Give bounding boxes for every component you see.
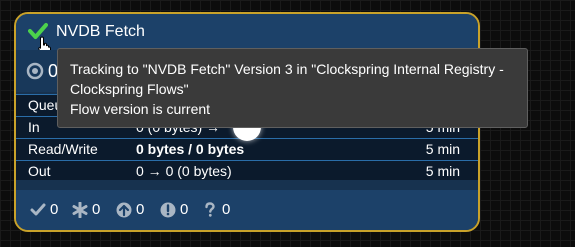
stat-row-read-write: Read/Write 0 bytes / 0 bytes 5 min bbox=[16, 138, 478, 160]
stat-time: 5 min bbox=[425, 141, 460, 157]
exclamation-circle-icon bbox=[160, 202, 176, 218]
stat-label: In bbox=[28, 119, 40, 135]
locally-modified-value: 0 bbox=[92, 201, 101, 218]
stale-value: 0 bbox=[136, 201, 145, 218]
asterisk-icon bbox=[72, 202, 88, 218]
stat-value: 0 bytes / 0 bytes bbox=[136, 139, 244, 160]
question-icon bbox=[205, 202, 215, 217]
version-tooltip: Tracking to "NVDB Fetch" Version 3 in "C… bbox=[57, 48, 528, 128]
process-group-name[interactable]: NVDB Fetch bbox=[56, 22, 145, 42]
modified-stale-value: 0 bbox=[180, 201, 189, 218]
stat-value-bold: 0 bytes / 0 bytes bbox=[136, 141, 245, 157]
sync-failure-value: 0 bbox=[222, 201, 231, 218]
tooltip-line: Clockspring Flows" bbox=[70, 81, 189, 97]
stat-time: 5 min bbox=[425, 163, 460, 179]
stat-value: 0 → 0 (0 bytes) bbox=[136, 163, 232, 179]
stat-label: Read/Write bbox=[28, 141, 98, 157]
tooltip-line: Tracking to "NVDB Fetch" Version 3 in "C… bbox=[70, 61, 504, 77]
check-icon bbox=[30, 203, 46, 216]
up-to-date-value: 0 bbox=[50, 201, 59, 218]
ring-icon bbox=[26, 62, 44, 80]
arrow-up-circle-icon bbox=[116, 202, 132, 218]
process-group-footer: 0 0 0 0 0 bbox=[16, 190, 478, 230]
process-group-header: NVDB Fetch bbox=[16, 14, 478, 56]
stat-row-out: Out 0 → 0 (0 bytes) 5 min bbox=[16, 160, 478, 182]
stat-label: Out bbox=[28, 163, 51, 179]
tooltip-line: Flow version is current bbox=[70, 101, 211, 117]
